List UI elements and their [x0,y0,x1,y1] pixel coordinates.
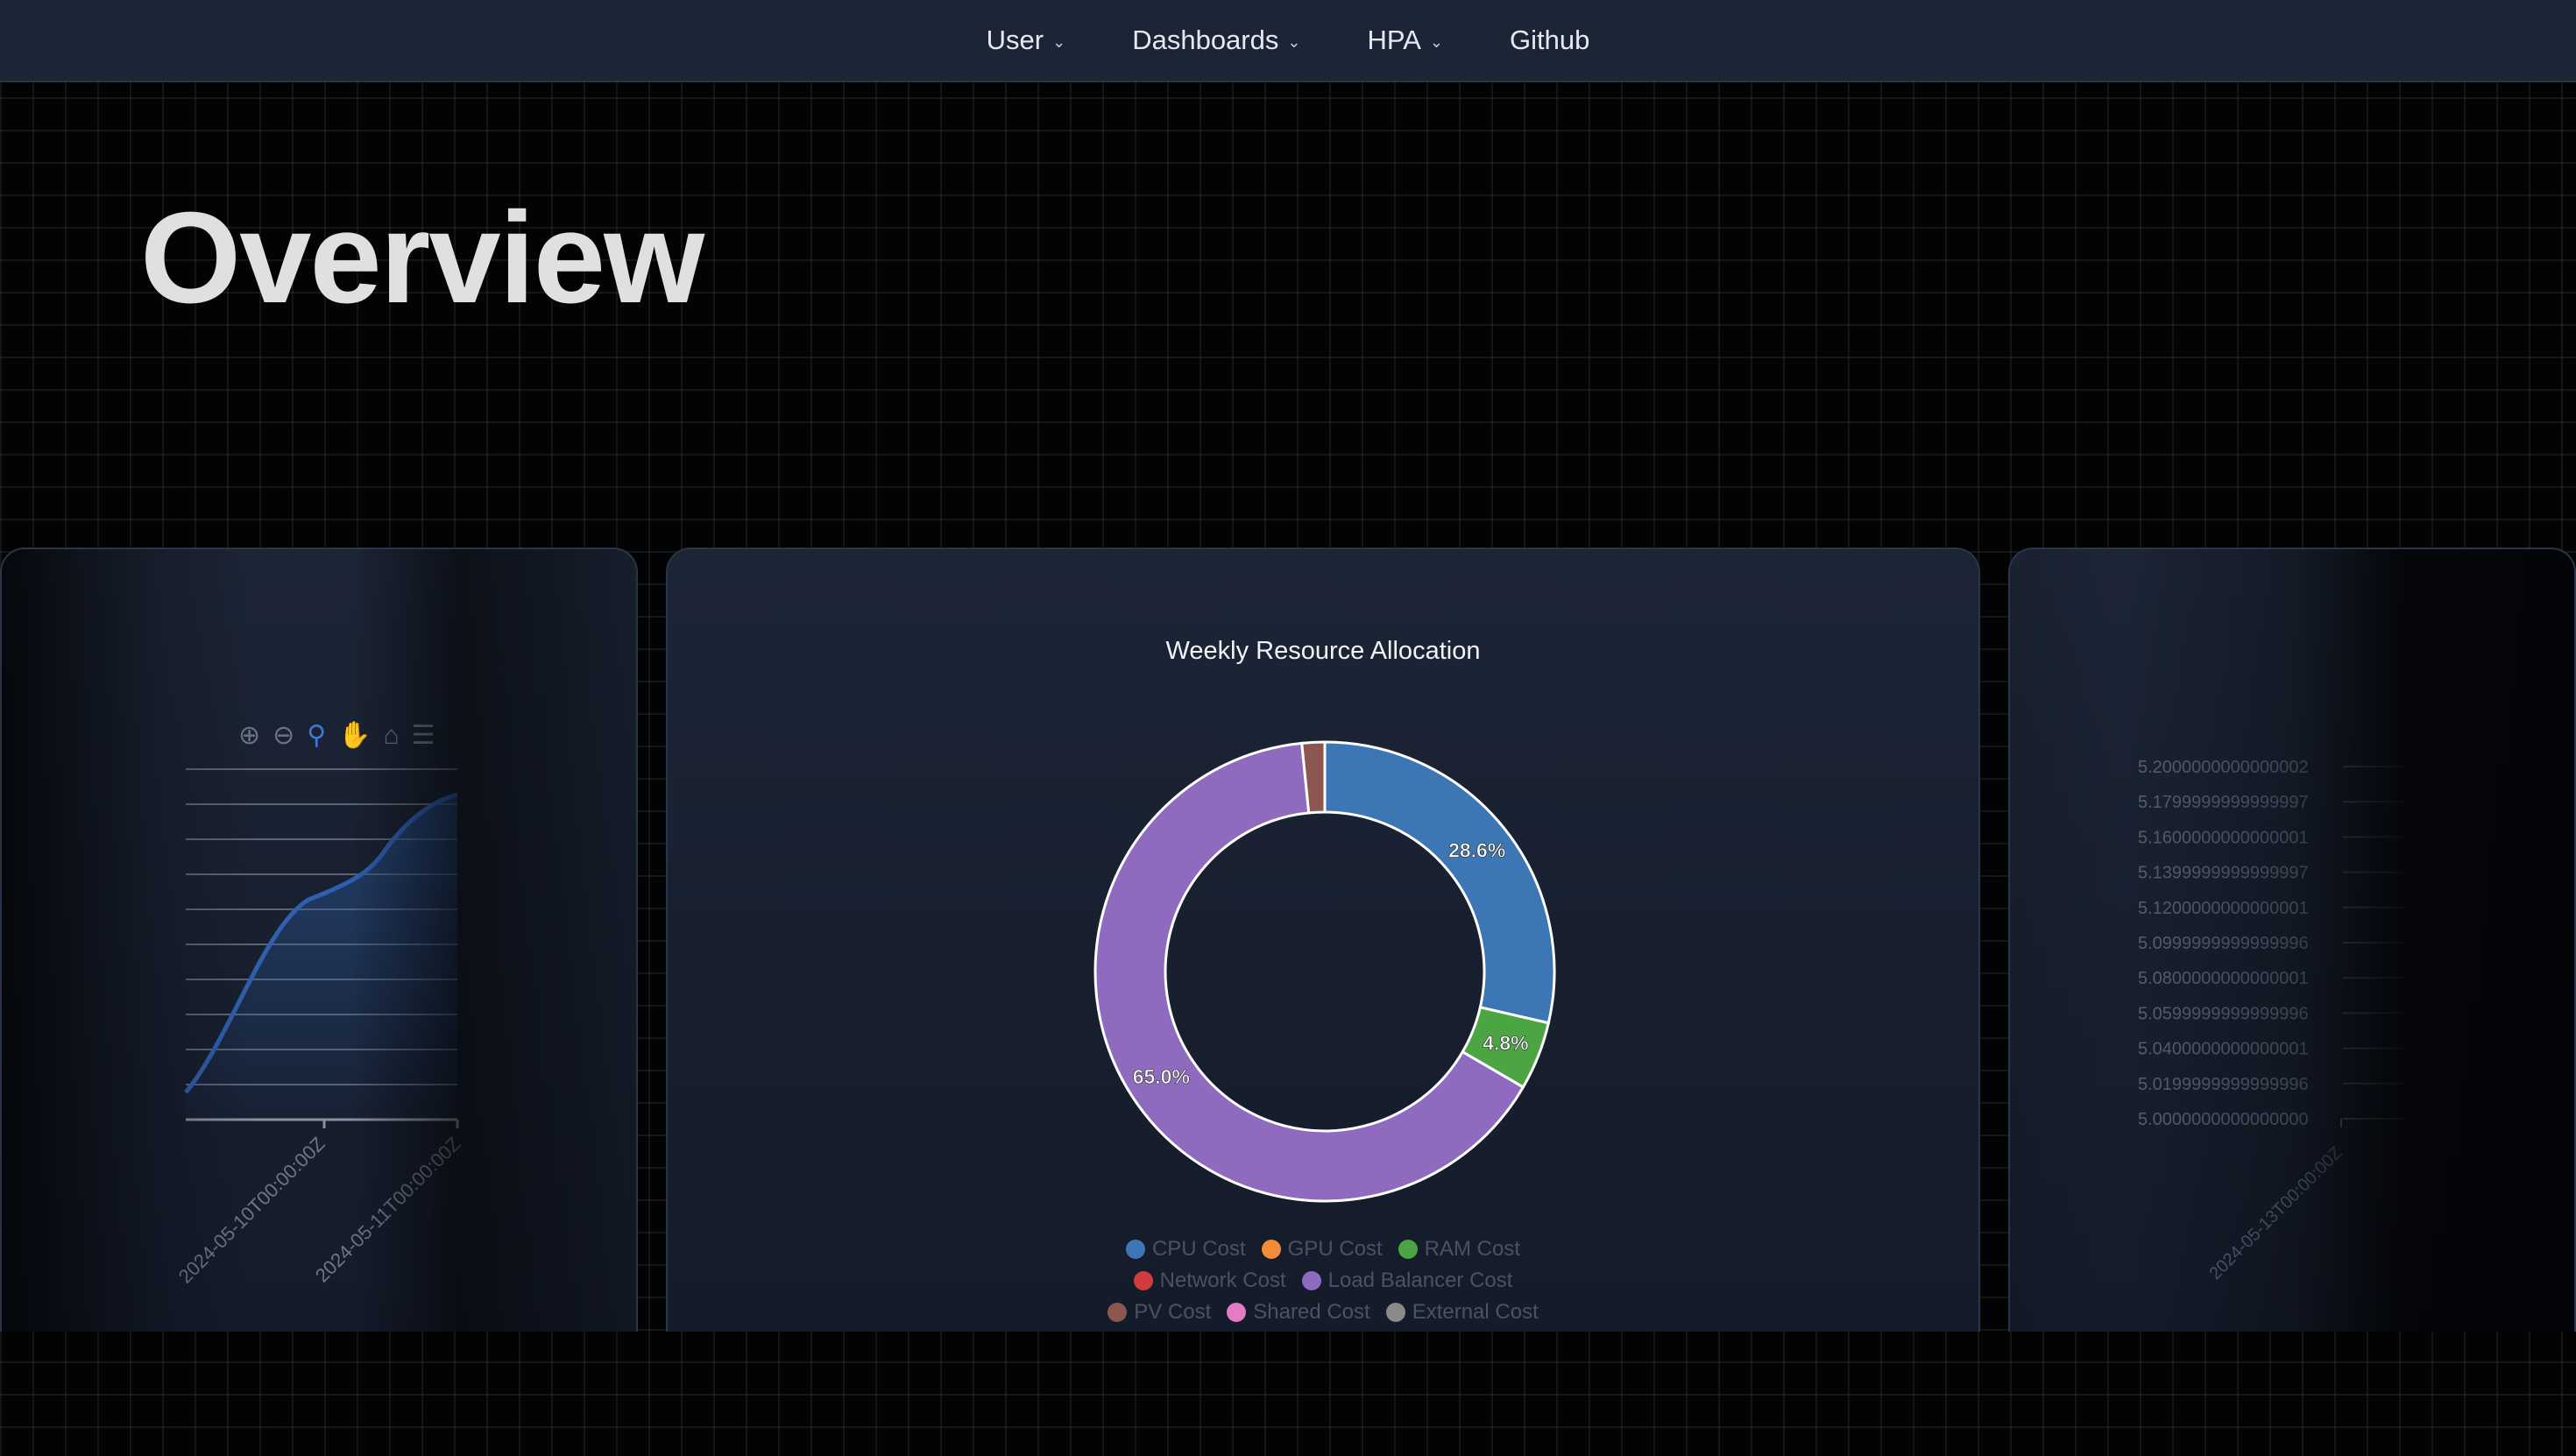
legend-swatch [1398,1240,1418,1259]
legend-label: Shared Cost [1253,1300,1370,1324]
chevron-down-icon: ⌄ [1287,32,1301,51]
legend-item[interactable]: CPU Cost [1125,1237,1246,1262]
carousel-card-left[interactable]: ⊕ ⊖ ⚲ ✋ ⌂ ☰ 2024-05-10T00:00:00Z 2024-05… [0,548,638,1332]
donut-slice-cpu-cost[interactable] [1323,740,1556,1025]
legend-item[interactable]: RAM Cost [1398,1237,1520,1262]
slice-percent-label: 28.6% [1448,839,1505,862]
legend-label: Network Cost [1159,1269,1286,1292]
nav-hpa-label: HPA [1367,25,1421,55]
nav-dashboards[interactable]: Dashboards ⌄ [1099,25,1334,56]
legend-label: External Cost [1412,1300,1539,1324]
nav-user[interactable]: User ⌄ [953,25,1100,56]
legend-label: PV Cost [1134,1300,1212,1324]
legend-swatch [1108,1303,1128,1322]
nav-user-label: User [986,25,1044,55]
page-title: Overview [140,186,704,330]
top-navbar: User ⌄ Dashboards ⌄ HPA ⌄ Github [0,0,2576,82]
area-chart: 2024-05-10T00:00:00Z 2024-05-11T00:00:00… [174,768,465,1288]
carousel-card-right[interactable]: 5.2000000000000002 5.1799999999999997 5.16… [2008,548,2576,1332]
legend-row: Network Cost Load Balancer Cost [1133,1269,1513,1293]
y-tick-label: 5.0400000000000001 [2138,1040,2309,1059]
legend-swatch [1125,1240,1145,1259]
legend-item[interactable]: External Cost [1385,1300,1539,1325]
area-fill [186,795,457,1120]
legend-swatch [1227,1303,1247,1322]
y-tick-label: 5.1200000000000001 [2138,899,2309,918]
x-tick-label: 2024-05-13T00:00:00Z [2205,1143,2346,1283]
legend-item[interactable]: Shared Cost [1227,1300,1370,1325]
slice-percent-label: 65.0% [1133,1065,1190,1088]
y-tick-label: 5.0999999999999996 [2138,934,2309,953]
legend-swatch [1301,1271,1321,1290]
carousel-card-center[interactable]: Weekly Resource Allocation 28.6% 4.8% 65.0… [666,548,1980,1332]
legend-row: PV Cost Shared Cost External Cost [1108,1300,1539,1325]
legend-row: CPU Cost GPU Cost RAM Cost [1125,1237,1520,1262]
nav-github[interactable]: Github [1476,25,1623,56]
legend-item[interactable]: Load Balancer Cost [1301,1269,1513,1293]
legend-swatch [1261,1240,1281,1259]
y-tick-label: 5.0800000000000001 [2138,969,2309,988]
chevron-down-icon: ⌄ [1052,32,1066,51]
legend-item[interactable]: PV Cost [1108,1300,1211,1325]
legend-swatch [1133,1271,1153,1290]
x-tick-label: 2024-05-10T00:00:00Z [174,1133,329,1288]
legend-item[interactable]: Network Cost [1133,1269,1286,1293]
nav-hpa[interactable]: HPA ⌄ [1334,25,1476,56]
x-tick-label: 2024-05-11T00:00:00Z [311,1133,465,1287]
legend-label: CPU Cost [1151,1237,1246,1261]
y-tick-label: 5.1600000000000001 [2138,828,2309,847]
y-tick-label: 5.0000000000000000 [2138,1110,2309,1129]
y-tick-label: 5.0199999999999996 [2138,1075,2309,1094]
y-tick-label: 5.2000000000000002 [2138,758,2309,777]
donut-chart: 28.6% 4.8% 65.0% [1093,740,1556,1203]
nav-github-label: Github [1510,25,1590,55]
chevron-down-icon: ⌄ [1429,32,1443,51]
legend-label: Load Balancer Cost [1327,1269,1513,1292]
nav-dashboards-label: Dashboards [1132,25,1279,55]
y-tick-label: 5.0599999999999996 [2138,1004,2309,1023]
legend-label: RAM Cost [1424,1237,1521,1261]
legend-label: GPU Cost [1287,1237,1383,1261]
y-tick-label: 5.1399999999999997 [2138,864,2309,883]
chart-legend: CPU Cost GPU Cost RAM Cost Network Cost Load… [668,1237,1978,1325]
legend-swatch [1385,1303,1405,1322]
legend-item[interactable]: GPU Cost [1261,1237,1383,1262]
line-chart: 5.2000000000000002 5.1799999999999997 5.16… [2138,758,2404,1283]
slice-percent-label: 4.8% [1483,1032,1528,1055]
y-tick-label: 5.1799999999999997 [2138,793,2309,812]
